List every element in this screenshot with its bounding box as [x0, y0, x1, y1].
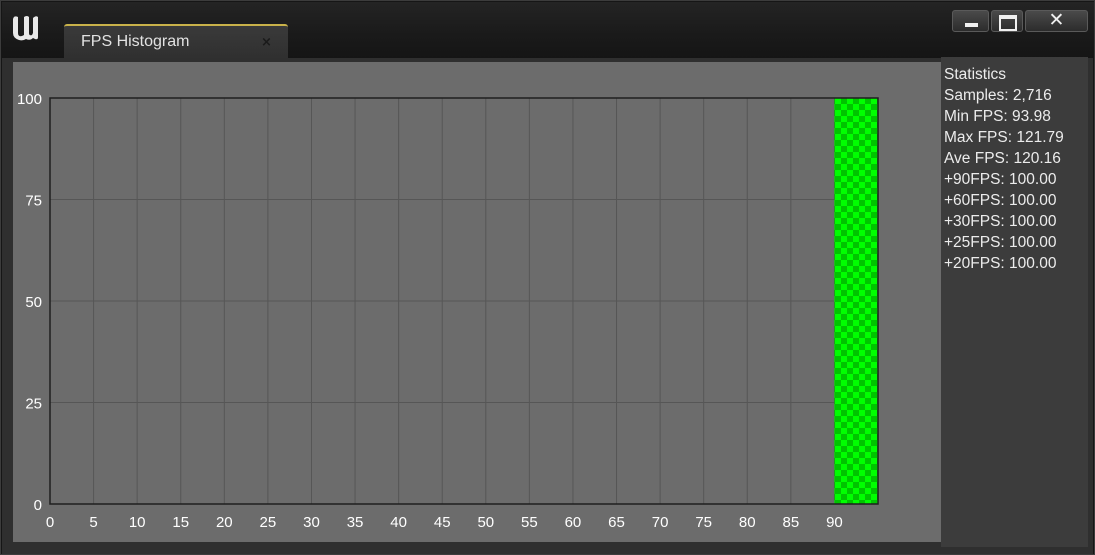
stat-20fps: +20FPS: 100.00 — [944, 255, 1057, 272]
x-tick-label: 45 — [434, 514, 451, 531]
minimize-icon — [965, 23, 978, 27]
x-tick-label: 0 — [46, 514, 54, 531]
stat-min-fps: Min FPS: 93.98 — [944, 108, 1051, 125]
x-tick-label: 25 — [260, 514, 277, 531]
maximize-button[interactable] — [991, 10, 1023, 32]
unreal-engine-logo — [13, 16, 38, 41]
stat-25fps: +25FPS: 100.00 — [944, 234, 1057, 251]
histogram-panel: 0 25 50 75 100 0 5 10 15 20 25 30 35 40 45 50 55 60 65 70 75… — [13, 62, 941, 542]
minimize-button[interactable] — [952, 10, 989, 32]
x-tick-label: 90 — [826, 514, 843, 531]
stat-ave-fps: Ave FPS: 120.16 — [944, 150, 1061, 167]
tab-fps-histogram[interactable]: FPS Histogram × — [64, 24, 288, 60]
histogram-bar — [834, 98, 878, 504]
statistics-panel: Statistics Samples: 2,716 Min FPS: 93.98… — [941, 57, 1088, 547]
tab-label: FPS Histogram — [81, 33, 190, 50]
close-button[interactable]: ✕ — [1025, 9, 1088, 32]
x-tick-label: 60 — [565, 514, 582, 531]
stat-samples: Samples: 2,716 — [944, 87, 1052, 104]
y-tick-label: 25 — [25, 396, 42, 413]
stat-90fps: +90FPS: 100.00 — [944, 171, 1057, 188]
stat-max-fps: Max FPS: 121.79 — [944, 129, 1064, 146]
x-tick-label: 35 — [347, 514, 364, 531]
x-tick-label: 20 — [216, 514, 233, 531]
x-tick-label: 85 — [782, 514, 799, 531]
statistics-heading: Statistics — [944, 66, 1007, 83]
x-tick-label: 40 — [390, 514, 407, 531]
tab-close-icon[interactable]: × — [261, 35, 272, 50]
fps-histogram-chart: 0 25 50 75 100 0 5 10 15 20 25 30 35 40 45 50 55 60 65 70 75… — [17, 91, 879, 531]
x-tick-label: 50 — [477, 514, 494, 531]
window-controls: ✕ — [952, 9, 1088, 34]
y-tick-label: 75 — [25, 193, 42, 210]
x-tick-label: 30 — [303, 514, 320, 531]
y-tick-label: 50 — [25, 294, 42, 311]
x-tick-label: 5 — [89, 514, 97, 531]
maximize-icon — [999, 15, 1017, 31]
x-tick-label: 80 — [739, 514, 756, 531]
stat-30fps: +30FPS: 100.00 — [944, 213, 1057, 230]
x-tick-label: 75 — [695, 514, 712, 531]
x-tick-label: 65 — [608, 514, 625, 531]
y-tick-label: 100 — [17, 91, 42, 108]
stat-60fps: +60FPS: 100.00 — [944, 192, 1057, 209]
y-tick-label: 0 — [34, 497, 42, 514]
close-icon: ✕ — [1048, 9, 1065, 31]
x-tick-label: 70 — [652, 514, 669, 531]
title-bar[interactable]: FPS Histogram × ✕ — [2, 2, 1094, 60]
x-tick-label: 15 — [172, 514, 189, 531]
x-tick-label: 55 — [521, 514, 538, 531]
x-tick-label: 10 — [129, 514, 146, 531]
